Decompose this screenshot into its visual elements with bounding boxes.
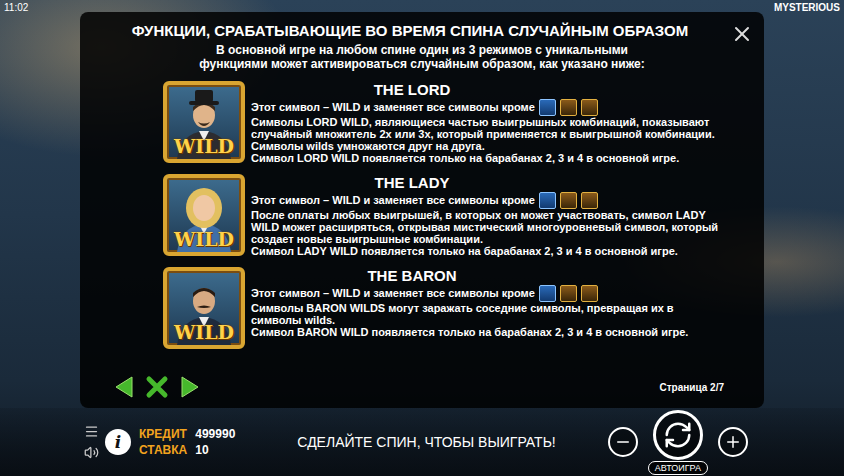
bonus-symbol-icon	[560, 192, 577, 209]
panel-title: ФУНКЦИИ, СРАБАТЫВАЮЩИЕ ВО ВРЕМЯ СПИНА СЛ…	[100, 22, 744, 39]
scatter-symbol-icon	[539, 192, 556, 209]
settings-icons	[84, 424, 99, 460]
feature-section: THE LADY WILD Этот символ – WILD и заменяе…	[163, 174, 723, 257]
substitute-row: Этот символ – WILD и заменяет все символ…	[251, 284, 723, 302]
feature-line: После оплаты любых выигрышей, в которых …	[251, 209, 723, 245]
feature-line: Символ LORD WILD появляется только на ба…	[251, 152, 723, 164]
panel-intro: В основной игре на любом спине один из 3…	[197, 43, 647, 71]
spin-controls: АВТОИГРА	[608, 410, 748, 475]
plus-icon	[724, 433, 742, 451]
menu-icon[interactable]	[84, 424, 99, 439]
feature-line: Символ BARON WILD появляется только на б…	[251, 326, 723, 338]
credit-value: 499990	[195, 427, 235, 441]
close-green-icon	[144, 374, 170, 400]
feature-text: Этот символ – WILD и заменяет все символ…	[251, 98, 723, 164]
scatter-symbol-icon	[539, 99, 556, 116]
next-page-button[interactable]	[176, 374, 202, 400]
wild-symbol-card: WILD	[163, 174, 245, 256]
bottom-bar: i КРЕДИТ 499990 СТАВКА 10СДЕЛАЙТЕ СПИН, ЧТОБ…	[0, 408, 844, 476]
close-button[interactable]	[730, 22, 754, 46]
clock: 11:02	[4, 2, 28, 13]
bonus-symbol-icon	[560, 285, 577, 302]
substitute-text: Этот символ – WILD и заменяет все символ…	[251, 101, 535, 113]
feature-heading: THE LORD	[163, 81, 723, 98]
credit-label: КРЕДИТ	[139, 427, 187, 441]
close-paytable-button[interactable]	[144, 374, 170, 400]
page-nav: Страница 2/7	[100, 374, 744, 400]
decrease-bet-button[interactable]	[608, 427, 638, 457]
wild-label: WILD	[167, 135, 241, 157]
wild-symbol-card: WILD	[163, 81, 245, 163]
info-button[interactable]: i	[105, 429, 131, 455]
feature-heading: THE LADY	[163, 174, 723, 191]
arrow-left-icon	[112, 374, 138, 400]
bonus-symbol-icon	[560, 99, 577, 116]
wild-label: WILD	[167, 321, 241, 343]
feature-heading: THE BARON	[163, 267, 723, 284]
wild-label: WILD	[167, 228, 241, 250]
autoplay-button[interactable]: АВТОИГРА	[648, 461, 708, 475]
close-icon	[730, 22, 754, 46]
spin-icon	[663, 420, 693, 450]
stage: ФУНКЦИИ, СРАБАТЫВАЮЩИЕ ВО ВРЕМЯ СПИНА СЛ…	[0, 0, 844, 408]
increase-bet-button[interactable]	[718, 427, 748, 457]
feature-section: THE LORD WILD Этот символ – WILD и заменяе…	[163, 81, 723, 164]
prev-page-button[interactable]	[112, 374, 138, 400]
bonus-symbol-icon	[581, 99, 598, 116]
feature-text: Этот символ – WILD и заменяет все символ…	[251, 191, 723, 257]
feature-text: Этот символ – WILD и заменяет все символ…	[251, 284, 723, 349]
wild-symbol-card: WILD	[163, 267, 245, 349]
arrow-right-icon	[176, 374, 202, 400]
feature-line: Символ LADY WILD появляется только на ба…	[251, 245, 723, 257]
game-screen: 11:02 MYSTERIOUS ФУНКЦИИ, СРАБАТЫВАЮЩИЕ ВО…	[0, 0, 844, 476]
feature-line: Символы wilds умножаются друг на друга.	[251, 140, 723, 152]
scatter-symbol-icon	[539, 285, 556, 302]
speaker-icon[interactable]	[84, 445, 99, 460]
feature-list: THE LORD WILD Этот символ – WILD и заменяе…	[100, 71, 744, 349]
status-message: СДЕЛАЙТЕ СПИН, ЧТОБЫ ВЫИГРАТЬ!	[235, 434, 607, 450]
minus-icon	[614, 433, 632, 451]
game-name: MYSTERIOUS	[774, 2, 840, 13]
substitute-row: Этот символ – WILD и заменяет все символ…	[251, 98, 723, 116]
substitute-text: Этот символ – WILD и заменяет все символ…	[251, 194, 535, 206]
spin-group: АВТОИГРА	[648, 410, 708, 475]
bet-value: 10	[195, 443, 235, 457]
page-indicator: Страница 2/7	[660, 382, 733, 393]
paytable-panel: ФУНКЦИИ, СРАБАТЫВАЮЩИЕ ВО ВРЕМЯ СПИНА СЛ…	[80, 12, 764, 408]
feature-line: Символы BARON WILDS могут заражать сосед…	[251, 302, 723, 326]
nav-buttons	[112, 374, 202, 400]
spin-button[interactable]	[653, 410, 703, 460]
bonus-symbol-icon	[581, 192, 598, 209]
bonus-symbol-icon	[581, 285, 598, 302]
balance-stats: КРЕДИТ 499990 СТАВКА 10	[139, 427, 235, 457]
bet-label: СТАВКА	[139, 443, 187, 457]
feature-section: THE BARON WILD Этот символ – WILD и заменя…	[163, 267, 723, 349]
substitute-row: Этот символ – WILD и заменяет все символ…	[251, 191, 723, 209]
substitute-text: Этот символ – WILD и заменяет все символ…	[251, 287, 535, 299]
feature-line: Символы LORD WILD, являющиеся частью выи…	[251, 116, 723, 140]
